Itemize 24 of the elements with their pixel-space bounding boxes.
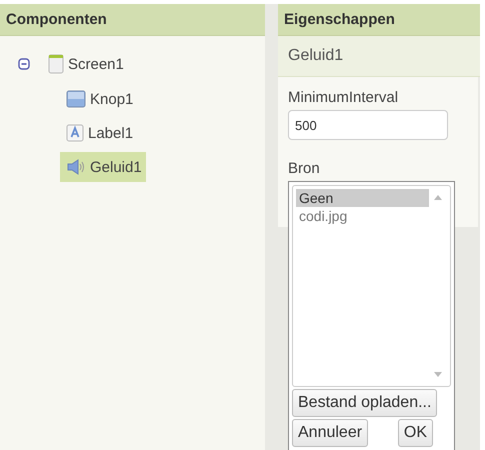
- file-option[interactable]: Geen: [296, 189, 429, 207]
- tree-item[interactable]: Screen1: [48, 50, 128, 78]
- scroll-down-icon[interactable]: [434, 372, 442, 377]
- screen-icon: [48, 54, 64, 74]
- tree-item[interactable]: Knop1: [60, 84, 138, 114]
- file-option[interactable]: codi.jpg: [296, 207, 429, 225]
- upload-button[interactable]: Bestand opladen...: [292, 389, 438, 417]
- speaker-icon: [66, 158, 86, 176]
- label-icon: [66, 124, 84, 142]
- property-label: MinimumInterval: [288, 89, 400, 106]
- panel-splitter[interactable]: [265, 4, 278, 450]
- scroll-up-icon[interactable]: [434, 195, 442, 200]
- input-field[interactable]: 500: [288, 110, 448, 140]
- property-label: Bron: [288, 160, 320, 177]
- component-name: Geluid1: [278, 36, 480, 77]
- panel-header: Eigenschappen: [278, 4, 480, 36]
- ok-button[interactable]: OK: [398, 419, 433, 447]
- cancel-button[interactable]: Annuleer: [292, 419, 368, 447]
- file-list[interactable]: Geen codi.jpg: [292, 185, 451, 387]
- panel-header: Componenten: [0, 4, 265, 36]
- tree-item[interactable]: Label1: [60, 118, 138, 148]
- tree-item[interactable]: Geluid1: [60, 152, 146, 182]
- collapse-icon[interactable]: [18, 58, 30, 70]
- button-icon: [66, 90, 86, 108]
